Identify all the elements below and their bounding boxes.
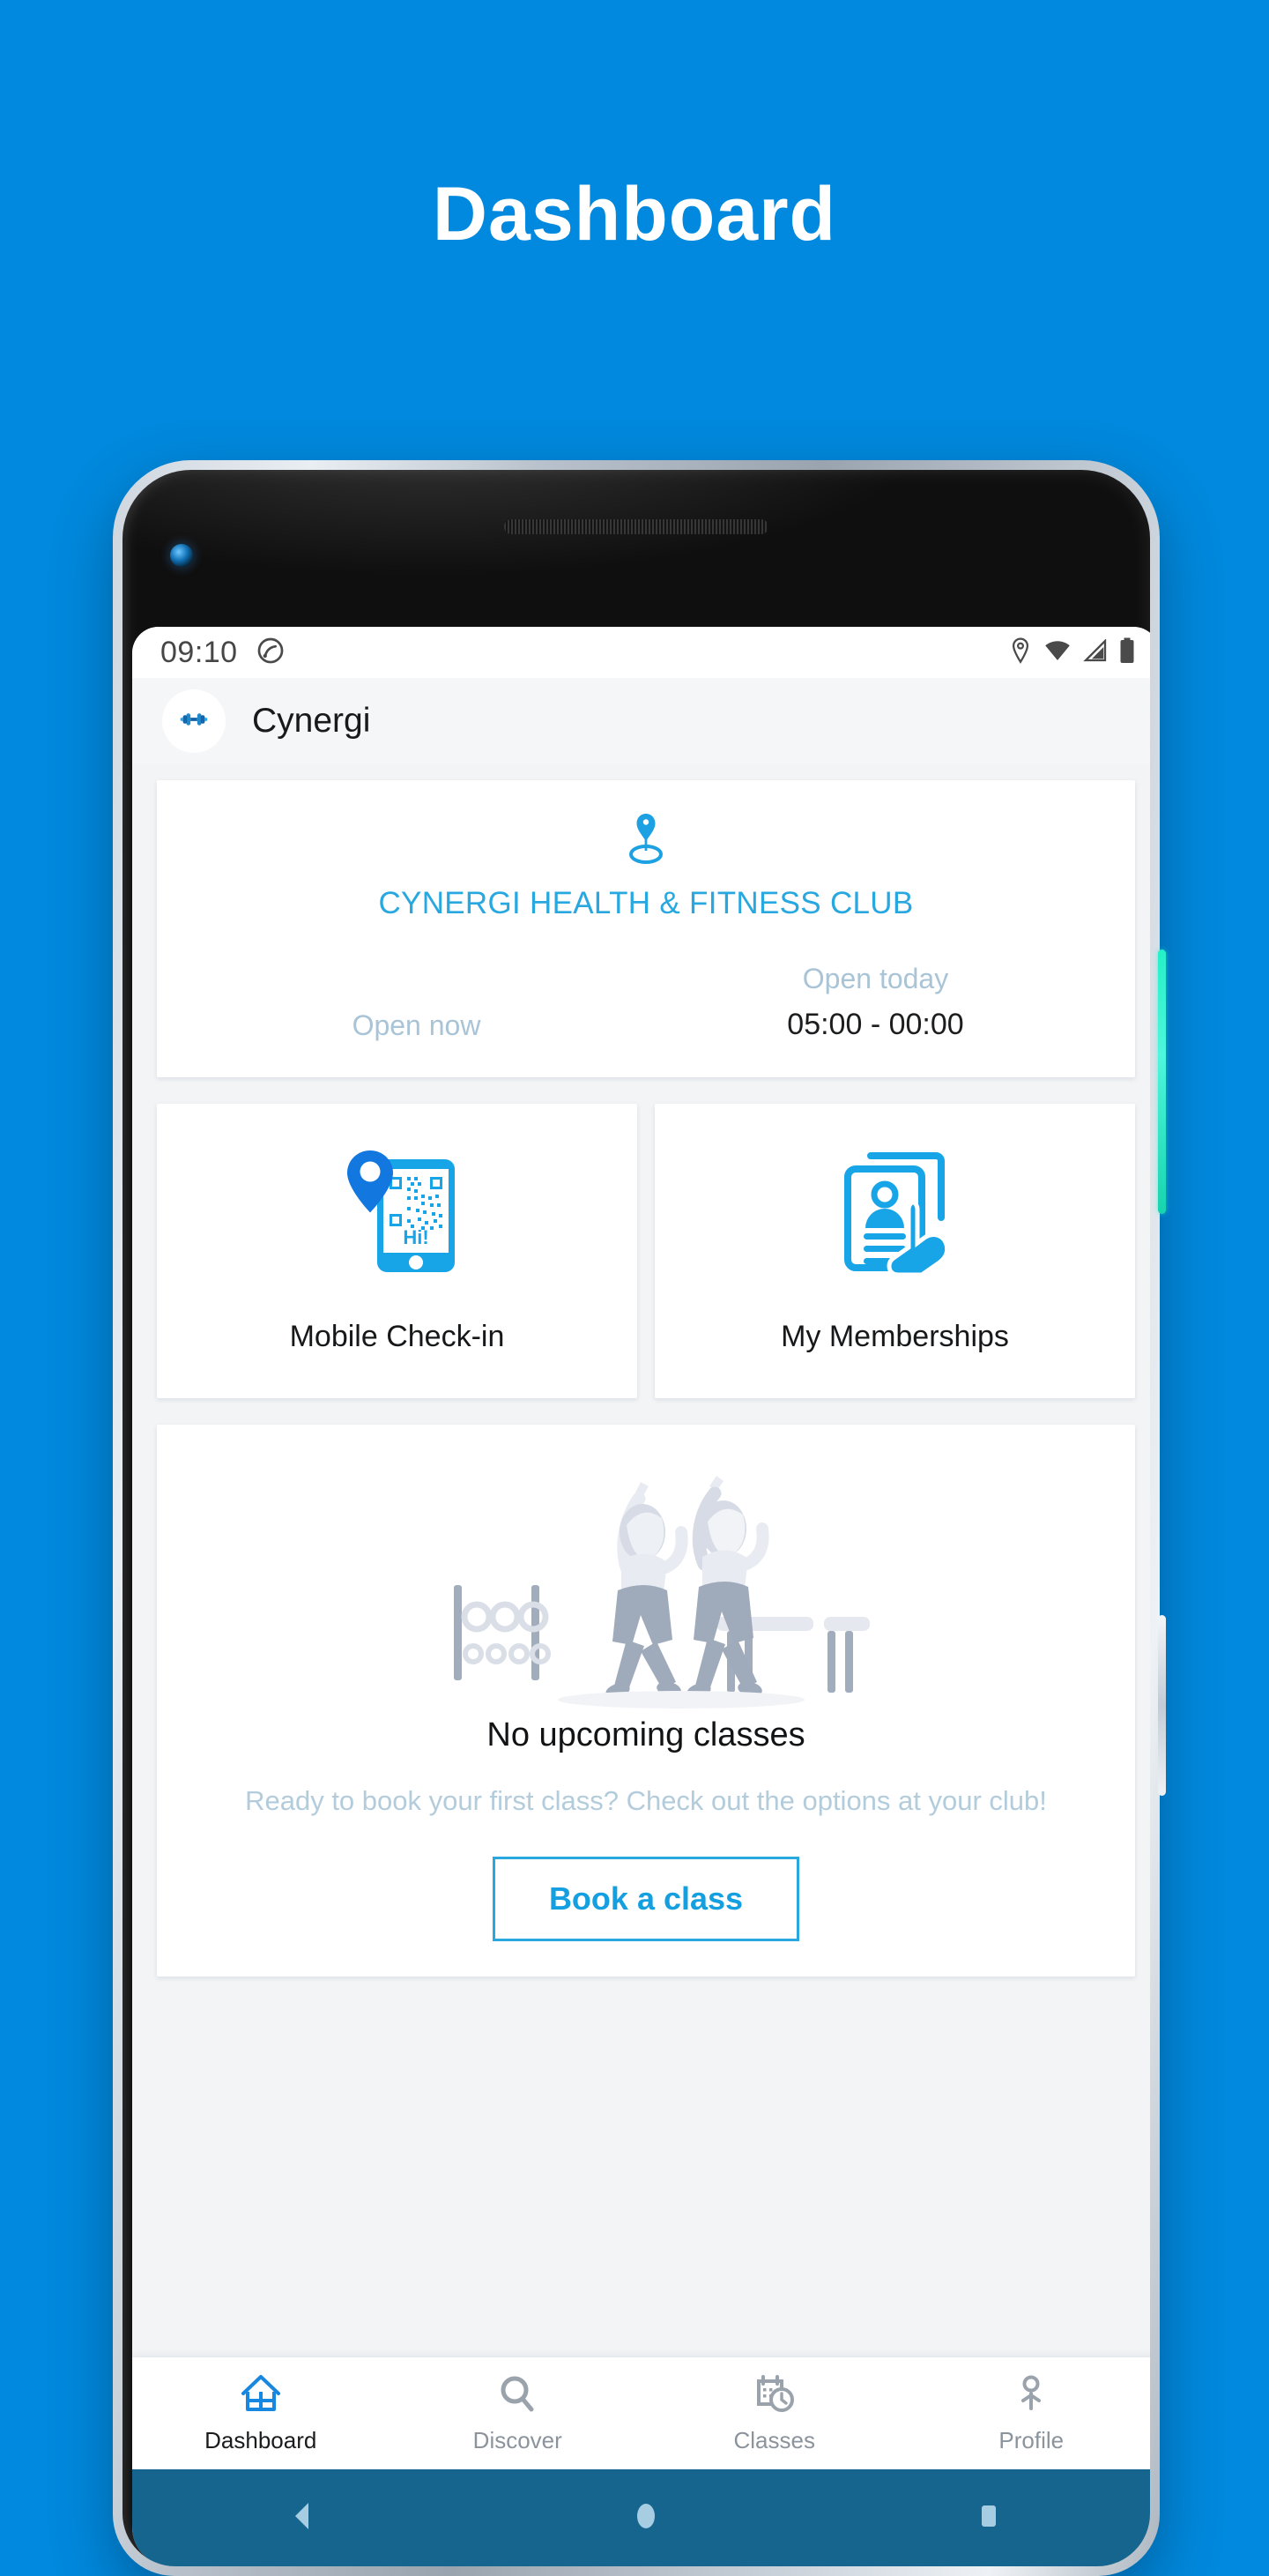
mobile-checkin-icon: Hi! [331, 1135, 464, 1290]
volume-rocker[interactable] [1158, 1615, 1166, 1796]
do-not-disturb-icon [256, 636, 286, 670]
tile-my-memberships[interactable]: My Memberships [655, 1104, 1135, 1398]
phone-screen: 09:10 Cynergi CYNERGI HEALTH & FITNESS C… [132, 627, 1150, 2566]
app-bar: Cynergi [132, 678, 1150, 764]
avatar[interactable] [162, 689, 226, 753]
search-icon [496, 2373, 538, 2418]
club-name: CYNERGI HEALTH & FITNESS CLUB [378, 886, 914, 920]
open-now-label: Open now [352, 1009, 481, 1041]
phone-device-frame: 09:10 Cynergi CYNERGI HEALTH & FITNESS C… [113, 460, 1166, 2576]
power-button[interactable] [1158, 949, 1166, 1214]
page-title: Dashboard [432, 172, 837, 257]
membership-card-icon [827, 1135, 963, 1290]
battery-icon [1119, 637, 1135, 668]
svg-text:Hi!: Hi! [403, 1226, 428, 1248]
status-bar-left-icons [256, 636, 286, 670]
dashboard-content: CYNERGI HEALTH & FITNESS CLUB Open now O… [132, 764, 1150, 2356]
home-button[interactable] [626, 2496, 666, 2541]
person-icon [1012, 2373, 1050, 2418]
status-bar: 09:10 [132, 627, 1150, 678]
tile-label: Mobile Check-in [289, 1320, 505, 1353]
book-a-class-button[interactable]: Book a class [493, 1856, 799, 1941]
nav-label: Profile [998, 2426, 1065, 2453]
quick-action-tiles: Hi! Mobile Check-in My Memberships [157, 1104, 1135, 1398]
nav-label: Discover [472, 2426, 562, 2453]
club-hours: Open now Open today 05:00 - 00:00 [187, 963, 1105, 1042]
nav-item-discover[interactable]: Discover [390, 2373, 647, 2454]
dumbbell-icon [174, 699, 214, 744]
club-card[interactable]: CYNERGI HEALTH & FITNESS CLUB Open now O… [157, 780, 1135, 1077]
open-today-label: Open today [802, 963, 949, 994]
app-name: Cynergi [252, 702, 371, 740]
recents-button[interactable] [968, 2496, 1009, 2541]
phone-bezel: 09:10 Cynergi CYNERGI HEALTH & FITNESS C… [122, 470, 1150, 2566]
wifi-icon [1043, 639, 1072, 666]
earpiece-speaker [504, 519, 768, 534]
location-pin-icon [187, 810, 1105, 873]
calendar-clock-icon [753, 2373, 797, 2418]
front-camera [170, 544, 193, 567]
empty-state-subtitle: Ready to book your first class? Check ou… [245, 1785, 1047, 1816]
nav-item-profile[interactable]: Profile [903, 2373, 1151, 2454]
status-bar-right-icons [1009, 637, 1135, 668]
back-button[interactable] [283, 2496, 323, 2541]
location-icon [1009, 637, 1032, 668]
home-icon [240, 2373, 282, 2418]
status-bar-time: 09:10 [160, 635, 238, 669]
tile-label: My Memberships [781, 1320, 1009, 1353]
nav-label: Classes [733, 2426, 815, 2453]
nav-label: Dashboard [204, 2426, 317, 2453]
empty-state-title: No upcoming classes [486, 1716, 805, 1753]
tile-mobile-checkin[interactable]: Hi! Mobile Check-in [157, 1104, 637, 1398]
open-today-hours: 05:00 - 00:00 [787, 1008, 964, 1041]
upcoming-classes-card: No upcoming classes Ready to book your f… [157, 1425, 1135, 1977]
two-people-exercising-illustration [183, 1444, 1109, 1713]
android-system-navigation [132, 2469, 1150, 2566]
nav-item-classes[interactable]: Classes [646, 2373, 903, 2454]
nav-item-dashboard[interactable]: Dashboard [132, 2373, 390, 2454]
bottom-navigation-bar: Dashboard Discover Classes Profile [132, 2356, 1150, 2469]
cellular-signal-icon [1083, 637, 1108, 666]
